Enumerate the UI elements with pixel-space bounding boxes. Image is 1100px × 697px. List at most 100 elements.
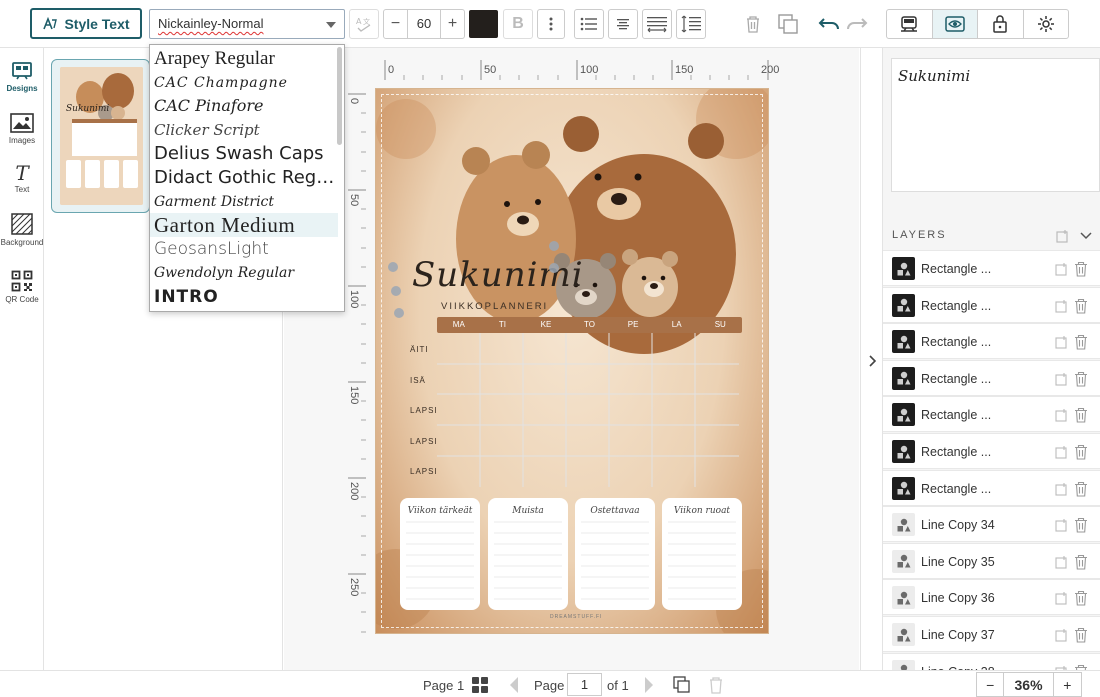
preview-button[interactable] — [932, 10, 978, 38]
design-page[interactable]: Sukunimi VIIKKOPLANNERI MA TI KE TO PE L… — [376, 89, 768, 633]
duplicate-page-icon[interactable] — [673, 676, 691, 694]
duplicate-layer-icon[interactable] — [1054, 627, 1070, 643]
font-size-input[interactable]: 60 — [407, 9, 441, 39]
line-height-button[interactable] — [676, 9, 706, 39]
duplicate-layer-icon[interactable] — [1054, 261, 1070, 277]
font-family-select[interactable]: Nickainley-Normal — [149, 9, 345, 39]
font-option-delius-swash-caps[interactable]: Delius Swash Caps — [150, 142, 338, 166]
notes-box-important[interactable]: Viikon tärkeät — [400, 498, 480, 610]
selection-handle[interactable] — [388, 262, 398, 272]
planner-grid[interactable] — [437, 333, 739, 487]
text-content-editor[interactable]: Sukunimi — [891, 58, 1100, 192]
font-option-clicker-script[interactable]: Clicker Script — [150, 118, 338, 142]
font-option-garton-medium[interactable]: Garton Medium — [150, 213, 338, 237]
layer-row[interactable]: Rectangle ... — [883, 323, 1100, 360]
redo-button[interactable] — [843, 10, 871, 38]
duplicate-button[interactable] — [774, 10, 802, 38]
trash-icon[interactable] — [1073, 590, 1089, 606]
trash-icon[interactable] — [1073, 334, 1089, 350]
more-options-button[interactable] — [537, 9, 565, 39]
next-page-icon[interactable] — [643, 676, 655, 694]
layer-row[interactable]: Rectangle ... — [883, 250, 1100, 286]
layer-row[interactable]: Rectangle ... — [883, 396, 1100, 433]
trash-icon[interactable] — [1073, 444, 1089, 460]
font-size-decrease-button[interactable]: − — [383, 9, 408, 39]
layer-row[interactable]: Line Copy 35 — [883, 542, 1100, 579]
list-icon — [580, 17, 597, 31]
sidebar-item-qr-code[interactable]: QR Code — [0, 262, 44, 312]
selection-handle[interactable] — [549, 241, 559, 251]
delete-page-icon[interactable] — [708, 676, 724, 694]
chevron-down-icon[interactable] — [1080, 232, 1092, 240]
selection-handle[interactable] — [391, 286, 401, 296]
notes-box-remember[interactable]: Muista — [488, 498, 568, 610]
trash-icon[interactable] — [1073, 627, 1089, 643]
duplicate-layer-icon[interactable] — [1054, 298, 1070, 314]
grid-view-icon[interactable] — [471, 676, 489, 694]
layer-row[interactable]: Rectangle ... — [883, 469, 1100, 506]
layer-row[interactable]: Rectangle ... — [883, 286, 1100, 323]
sidebar-item-background[interactable]: Background — [0, 205, 44, 255]
text-color-swatch[interactable] — [469, 10, 498, 38]
page-thumbnail[interactable]: Sukunimi — [51, 59, 150, 213]
trash-icon[interactable] — [1073, 481, 1089, 497]
style-text-button[interactable]: Style Text — [30, 8, 142, 39]
zoom-out-button[interactable]: − — [977, 673, 1005, 696]
add-layer-icon[interactable] — [1056, 229, 1070, 243]
letter-spacing-button[interactable] — [642, 9, 672, 39]
duplicate-layer-icon[interactable] — [1054, 517, 1070, 533]
duplicate-layer-icon[interactable] — [1054, 444, 1070, 460]
font-option-cac-champagne[interactable]: CAC Champagne — [150, 71, 338, 95]
bold-button[interactable]: B — [503, 9, 533, 39]
layer-row[interactable]: Rectangle ... — [883, 359, 1100, 396]
layer-row[interactable]: Line Copy 34 — [883, 506, 1100, 543]
design-subtitle-text[interactable]: VIIKKOPLANNERI — [441, 301, 548, 312]
selection-handle[interactable] — [549, 263, 559, 273]
lock-button[interactable] — [978, 10, 1024, 38]
list-button[interactable] — [574, 9, 604, 39]
zoom-in-button[interactable]: + — [1054, 673, 1081, 696]
duplicate-layer-icon[interactable] — [1054, 554, 1070, 570]
sidebar-item-images[interactable]: Images — [0, 104, 44, 154]
duplicate-layer-icon[interactable] — [1054, 334, 1070, 350]
sidebar-item-label: Designs — [6, 84, 38, 93]
font-option-cac-pinafore[interactable]: CAC Pinafore — [150, 94, 338, 118]
notes-box-meals[interactable]: Viikon ruoat — [662, 498, 742, 610]
panel-collapse-strip[interactable] — [860, 48, 882, 670]
font-option-geosanslight[interactable]: GeosansLight — [150, 237, 338, 261]
print-preview-button[interactable] — [887, 10, 933, 38]
settings-button[interactable] — [1024, 10, 1069, 38]
sidebar-item-text[interactable]: T Text — [0, 154, 44, 204]
font-option-didact-gothic[interactable]: Didact Gothic Regular... — [150, 166, 338, 190]
duplicate-layer-icon[interactable] — [1054, 407, 1070, 423]
align-center-button[interactable] — [608, 9, 638, 39]
layer-row[interactable]: Line Copy 36 — [883, 579, 1100, 616]
sidebar-item-designs[interactable]: Designs — [0, 52, 44, 102]
delete-button[interactable] — [739, 10, 767, 38]
duplicate-layer-icon[interactable] — [1054, 481, 1070, 497]
trash-icon[interactable] — [1073, 261, 1089, 277]
notes-box-shopping[interactable]: Ostettavaa — [575, 498, 655, 610]
font-option-gwendolyn[interactable]: Gwendolyn Regular — [150, 261, 338, 285]
trash-icon[interactable] — [1073, 371, 1089, 387]
selection-handle[interactable] — [394, 308, 404, 318]
weekday-header-bar[interactable]: MA TI KE TO PE LA SU — [437, 317, 742, 333]
page-number-input[interactable]: 1 — [567, 673, 602, 696]
duplicate-layer-icon[interactable] — [1054, 371, 1070, 387]
layer-row[interactable]: Line Copy 37 — [883, 616, 1100, 652]
font-size-increase-button[interactable]: + — [440, 9, 465, 39]
trash-icon[interactable] — [1073, 407, 1089, 423]
layer-row[interactable]: Rectangle ... — [883, 433, 1100, 469]
undo-button[interactable] — [815, 10, 843, 38]
font-option-arapey[interactable]: Arapey Regular — [150, 47, 338, 71]
spell-check-button[interactable]: A文 — [349, 9, 379, 39]
trash-icon[interactable] — [1073, 517, 1089, 533]
previous-page-icon[interactable] — [508, 676, 520, 694]
dropdown-scrollbar[interactable] — [337, 47, 342, 145]
font-option-intro[interactable]: INTRO — [150, 285, 338, 309]
trash-icon[interactable] — [1073, 554, 1089, 570]
trash-icon[interactable] — [1073, 298, 1089, 314]
duplicate-layer-icon[interactable] — [1054, 590, 1070, 606]
design-title-text[interactable]: Sukunimi — [412, 255, 584, 295]
font-option-garment-district[interactable]: Garment District — [150, 190, 338, 214]
